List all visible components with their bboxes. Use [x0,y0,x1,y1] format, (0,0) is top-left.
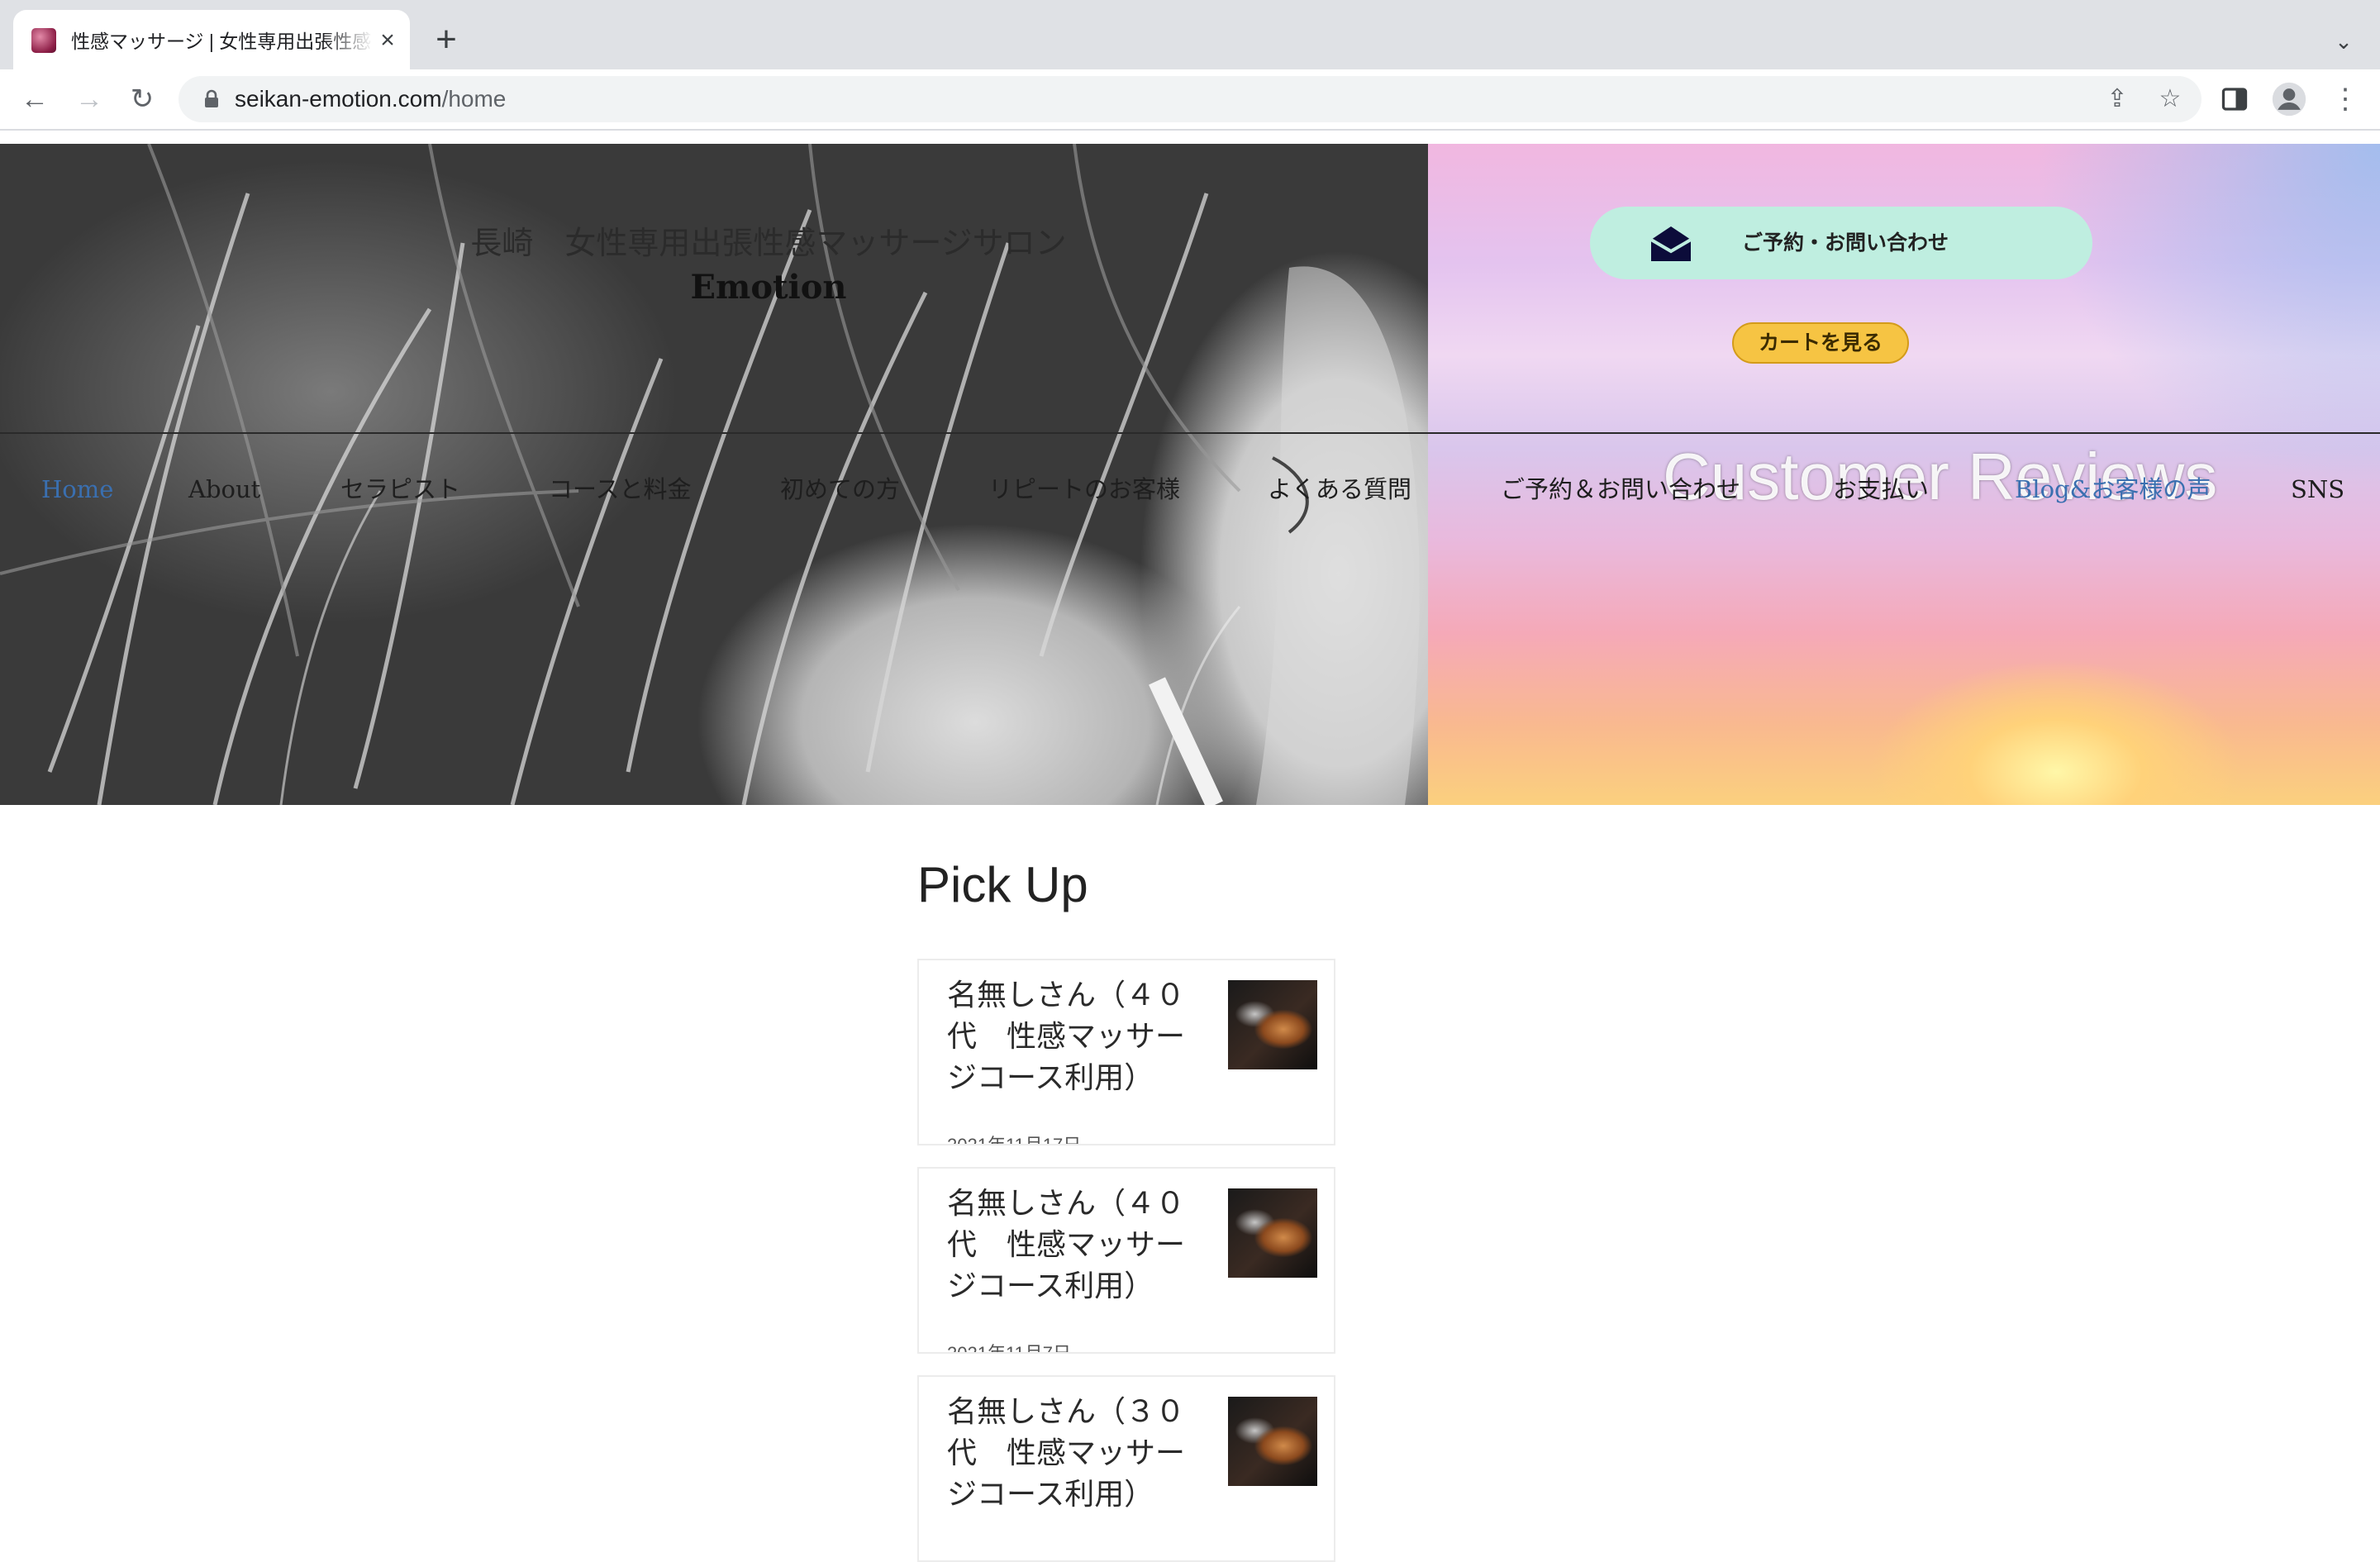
post-title[interactable]: 名無しさん（４０代 性感マッサージコース利用） [947,975,1187,1099]
new-tab-icon[interactable]: + [430,21,463,58]
url-text: seikan-emotion.com/home [235,76,506,122]
address-bar[interactable]: seikan-emotion.com/home ⇪ ☆ [178,76,2202,122]
nav-item-faq[interactable]: よくある質問 [1268,464,1411,514]
contact-button[interactable]: ご予約・お問い合わせ [1590,207,2092,279]
back-arrow-icon[interactable]: ← [17,81,53,117]
nav-item-repeat[interactable]: リピートのお客様 [988,464,1180,514]
lock-icon [205,89,218,107]
browser-toolbar: ← → ↻ seikan-emotion.com/home ⇪ ☆ ⋮ [0,69,2380,129]
post-date: 2021年11月7日 [947,1343,1072,1354]
view-cart-button[interactable]: カートを見る [1732,322,1909,364]
nav-item-about[interactable]: About [188,464,260,514]
menu-kebab-icon[interactable]: ⋮ [2327,81,2363,117]
blog-post-card[interactable]: 名無しさん（３０代 性感マッサージコース利用） [917,1375,1335,1562]
post-title[interactable]: 名無しさん（４０代 性感マッサージコース利用） [947,1183,1187,1307]
browser-tabstrip: 性感マッサージ | 女性専用出張性感 × + ⌄ [0,0,2380,69]
url-path: /home [441,86,507,112]
site-name[interactable]: Emotion [430,268,1107,307]
forward-arrow-icon[interactable]: → [71,81,107,117]
nav-item-payment[interactable]: お支払い [1833,464,1929,514]
tab-search-chevron-icon[interactable]: ⌄ [2327,25,2360,58]
contact-button-label: ご予約・お問い合わせ [1742,231,1949,255]
nav-item-blog[interactable]: Blog&お客様の声 [2015,464,2211,514]
site-title[interactable]: 長崎 女性専用出張性感マッサージサロン [430,220,1107,266]
profile-avatar-icon[interactable] [2271,81,2307,117]
blog-post-card[interactable]: 名無しさん（４０代 性感マッサージコース利用） 2021年11月17日 [917,959,1335,1145]
post-date: 2021年11月17日 [947,1135,1082,1145]
nav-item-courses[interactable]: コースと料金 [549,464,692,514]
header-divider [0,432,2380,434]
close-tab-icon[interactable]: × [375,28,400,53]
nav-item-sns[interactable]: SNS [2291,464,2344,514]
post-title[interactable]: 名無しさん（３０代 性感マッサージコース利用） [947,1392,1187,1516]
nav-item-therapist[interactable]: セラピスト [340,464,460,514]
chrome-divider [0,129,2380,131]
side-panel-icon[interactable] [2220,84,2249,114]
main-nav: Home About セラピスト コースと料金 初めての方 リピートのお客様 よ… [0,464,2380,514]
nav-item-first-time[interactable]: 初めての方 [780,464,900,514]
envelope-icon [1649,226,1692,261]
browser-tab[interactable]: 性感マッサージ | 女性専用出張性感 × [13,10,410,69]
blog-post-card[interactable]: 名無しさん（４０代 性感マッサージコース利用） 2021年11月7日 [917,1167,1335,1354]
tab-title-fade [324,23,374,56]
nav-item-contact[interactable]: ご予約＆お問い合わせ [1501,464,1740,514]
post-thumbnail[interactable] [1228,980,1317,1069]
post-thumbnail[interactable] [1228,1188,1317,1278]
hero-banner: 長崎 女性専用出張性感マッサージサロン Emotion ご予約・お問い合わせ カ… [0,144,2380,805]
site-favicon-icon [31,28,56,53]
share-icon[interactable]: ⇪ [2102,84,2132,114]
post-thumbnail[interactable] [1228,1397,1317,1486]
bookmark-star-icon[interactable]: ☆ [2155,84,2185,114]
reload-icon[interactable]: ↻ [124,81,160,117]
nav-item-home[interactable]: Home [41,464,113,514]
url-domain: seikan-emotion.com [235,86,442,112]
pickup-heading: Pick Up [917,857,1088,912]
